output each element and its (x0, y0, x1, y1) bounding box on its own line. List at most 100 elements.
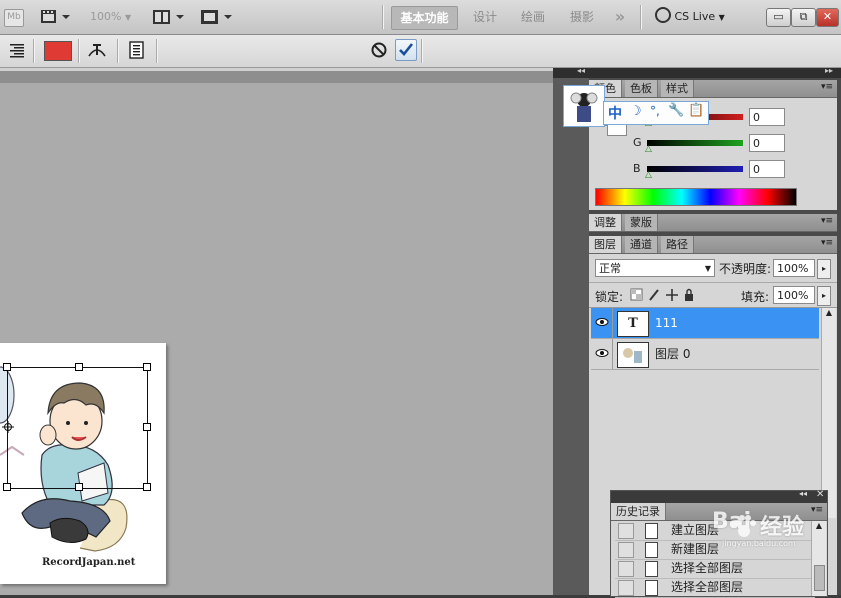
opacity-slider-button[interactable]: ▸ (817, 259, 831, 279)
view-extras-button[interactable] (40, 7, 72, 27)
document-canvas[interactable]: RecordJapan.net (0, 343, 166, 584)
channel-value-input[interactable]: 0 (749, 108, 785, 126)
fill-input[interactable]: 100% (773, 286, 815, 304)
opacity-value: 100% (777, 262, 809, 275)
transform-handle[interactable] (143, 483, 151, 491)
commit-edits-button[interactable] (395, 39, 417, 61)
workspace-painting[interactable]: 绘画 (512, 6, 554, 28)
collapse-left-icon[interactable]: ◂◂ (577, 66, 585, 75)
ime-chinese-mode-button[interactable]: 中 (608, 103, 622, 123)
panel-menu-icon[interactable]: ▾≡ (821, 216, 833, 226)
channel-slider[interactable] (647, 166, 743, 172)
watermark-subtext: jingyan.baidu.com (722, 539, 796, 548)
restore-icon: ⧉ (799, 10, 808, 23)
minimize-button[interactable]: ▭ (766, 8, 791, 27)
workspace-label: 绘画 (520, 10, 545, 24)
arrange-documents-button[interactable] (152, 7, 186, 27)
restore-button[interactable]: ⧉ (791, 8, 816, 27)
color-spectrum-ramp[interactable] (595, 188, 797, 206)
transform-handle[interactable] (75, 483, 83, 491)
channel-label: B (633, 162, 641, 175)
tab-label: 历史记录 (616, 505, 660, 518)
tab-masks[interactable]: 蒙版 (625, 214, 658, 231)
layers-list: T 111 图层 0 (591, 308, 819, 468)
text-color-swatch[interactable] (44, 41, 72, 61)
cancel-icon (371, 42, 387, 58)
character-panel-button[interactable] (128, 41, 146, 62)
panel-menu-icon[interactable]: ▾≡ (821, 238, 833, 248)
slider-thumb-icon[interactable]: △ (645, 170, 652, 180)
cs-live-button[interactable]: CS Live ▼ (655, 7, 759, 27)
visibility-eye-icon[interactable] (595, 346, 609, 360)
tab-history[interactable]: 历史记录 (611, 503, 666, 520)
panel-menu-icon[interactable]: ▾≡ (821, 82, 833, 92)
history-snapshot-checkbox[interactable] (618, 523, 634, 539)
tab-layers[interactable]: 图层 (589, 236, 622, 253)
zoom-level-dropdown[interactable]: 100% ▼ (90, 7, 138, 27)
transform-handle[interactable] (3, 483, 11, 491)
lock-position-icon[interactable] (666, 289, 678, 301)
visibility-eye-icon[interactable] (595, 315, 609, 329)
opacity-input[interactable]: 100% (773, 259, 815, 277)
collapsed-icon-column (553, 68, 589, 595)
transform-handle[interactable] (143, 423, 151, 431)
bridge-button[interactable]: Mb (4, 9, 24, 27)
close-panel-icon[interactable]: ✕ (816, 489, 824, 500)
history-document-icon (645, 542, 658, 558)
channel-value-input[interactable]: 0 (749, 134, 785, 152)
expand-right-icon[interactable]: ▸▸ (825, 66, 833, 75)
ime-clipboard-icon[interactable]: 📋 (688, 103, 704, 118)
collapse-panel-icon[interactable]: ◂◂ (799, 489, 807, 498)
tab-swatches[interactable]: 色板 (625, 80, 658, 97)
screen-mode-button[interactable] (200, 7, 234, 27)
warp-text-button[interactable] (86, 40, 108, 63)
history-snapshot-checkbox[interactable] (618, 580, 634, 596)
transform-reference-point[interactable] (2, 421, 14, 433)
zoom-value: 100% (90, 10, 122, 23)
workspace-photography[interactable]: 摄影 (562, 6, 602, 28)
transform-handle[interactable] (143, 363, 151, 371)
history-snapshot-checkbox[interactable] (618, 542, 634, 558)
workspace-design[interactable]: 设计 (466, 6, 504, 28)
lock-transparent-pixels-icon[interactable] (630, 288, 643, 301)
tab-adjustments[interactable]: 调整 (589, 214, 622, 231)
channel-value-input[interactable]: 0 (749, 160, 785, 178)
tab-paths[interactable]: 路径 (661, 236, 694, 253)
opacity-label: 不透明度: (719, 262, 772, 276)
history-state[interactable]: 选择全部图层 (615, 578, 815, 598)
commit-check-icon (399, 43, 414, 56)
align-text-button[interactable] (8, 42, 26, 61)
ime-tools-icon[interactable]: 🔧 (668, 103, 684, 118)
layer-row[interactable]: 图层 0 (591, 339, 819, 370)
adjustments-panel-tabs: 调整 蒙版 ▾≡ (589, 214, 837, 232)
ime-punctuation-icon[interactable]: °, (650, 104, 660, 118)
blend-mode-select[interactable]: 正常 ▼ (595, 259, 715, 277)
dock-header: ◂◂ ▸▸ (553, 66, 841, 78)
history-state[interactable]: 选择全部图层 (615, 559, 815, 579)
ime-halfwidth-icon[interactable]: ☽ (630, 104, 642, 119)
screen-mode-icon (201, 10, 232, 24)
ime-logo[interactable] (563, 85, 605, 127)
tab-channels[interactable]: 通道 (625, 236, 658, 253)
slider-thumb-icon[interactable]: △ (645, 144, 652, 154)
tab-styles[interactable]: 样式 (661, 80, 694, 97)
layers-scrollbar[interactable]: ▲ (821, 308, 836, 518)
scroll-up-icon[interactable]: ▲ (822, 308, 836, 317)
lock-image-pixels-icon[interactable] (649, 289, 659, 301)
history-snapshot-checkbox[interactable] (618, 561, 634, 577)
lock-all-icon[interactable] (685, 288, 693, 302)
close-button[interactable]: ✕ (816, 8, 839, 27)
channel-slider[interactable] (647, 140, 743, 146)
transform-handle[interactable] (3, 363, 11, 371)
transform-handle[interactable] (75, 363, 83, 371)
channel-value: 0 (753, 137, 760, 150)
more-workspaces-button[interactable]: » (606, 6, 634, 28)
ime-mascot-icon (570, 92, 598, 122)
scroll-thumb[interactable] (814, 565, 825, 591)
cancel-edits-button[interactable] (370, 41, 388, 62)
workspace-essentials[interactable]: 基本功能 (391, 6, 458, 30)
layer-row[interactable]: T 111 (591, 308, 819, 339)
workspace-label: 设计 (472, 10, 497, 24)
fill-slider-button[interactable]: ▸ (817, 286, 831, 306)
transform-bounding-box[interactable] (7, 367, 148, 489)
